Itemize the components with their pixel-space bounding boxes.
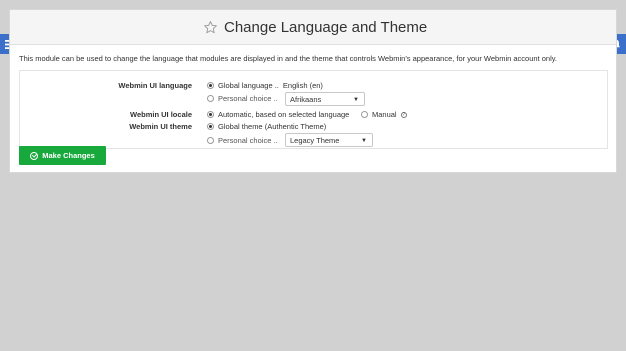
page-title-text: Change Language and Theme <box>224 18 428 36</box>
ui-theme-select[interactable]: Legacy Theme ▼ <box>285 133 373 147</box>
help-icon[interactable]: ? <box>400 111 407 118</box>
ui-locale-manual-label: Manual <box>372 110 397 119</box>
ui-theme-personal-option[interactable]: Personal choice .. <box>207 136 278 145</box>
star-icon[interactable] <box>203 20 218 35</box>
module-header: Change Language and Theme <box>10 10 616 45</box>
page-title: Change Language and Theme <box>203 17 427 37</box>
ui-language-personal-radio[interactable] <box>207 95 214 102</box>
ui-locale-label: Webmin UI locale <box>130 110 192 119</box>
ui-language-global-label: Global language .. <box>218 81 279 90</box>
check-circle-icon <box>30 151 39 160</box>
ui-language-select[interactable]: Afrikaans ▼ <box>285 92 365 106</box>
ui-locale-auto-label: Automatic, based on selected language <box>218 110 350 119</box>
ui-language-global-radio[interactable] <box>207 82 214 89</box>
ui-language-label: Webmin UI language <box>118 81 192 90</box>
ui-locale-auto-radio[interactable] <box>207 111 214 118</box>
ui-theme-global-option[interactable]: Global theme (Authentic Theme) <box>207 122 326 131</box>
module-panel: Change Language and Theme This module ca… <box>9 9 617 173</box>
chevron-down-icon: ▼ <box>361 138 367 144</box>
ui-language-select-value: Afrikaans <box>290 94 322 104</box>
ui-theme-personal-radio[interactable] <box>207 137 214 144</box>
ui-language-personal-label: Personal choice .. <box>218 94 278 103</box>
chevron-down-icon: ▼ <box>353 97 359 103</box>
ui-theme-personal-label: Personal choice .. <box>218 136 278 145</box>
ui-language-personal-option[interactable]: Personal choice .. <box>207 94 278 103</box>
make-changes-button[interactable]: Make Changes <box>19 146 106 165</box>
ui-locale-manual-radio[interactable] <box>361 111 368 118</box>
ui-language-global-value: English (en) <box>282 81 323 90</box>
make-changes-label: Make Changes <box>42 151 95 160</box>
ui-theme-select-value: Legacy Theme <box>290 135 340 145</box>
ui-locale-auto-option[interactable]: Automatic, based on selected language <box>207 110 349 119</box>
settings-form: Webmin UI language Global language .. En… <box>19 70 608 149</box>
ui-theme-label: Webmin UI theme <box>129 122 192 131</box>
ui-locale-manual-option[interactable]: Manual ? <box>361 110 407 119</box>
ui-theme-global-label: Global theme (Authentic Theme) <box>218 122 327 131</box>
module-description: This module can be used to change the la… <box>19 54 558 63</box>
ui-theme-global-radio[interactable] <box>207 123 214 130</box>
ui-language-global-option[interactable]: Global language .. English (en) <box>207 81 323 90</box>
